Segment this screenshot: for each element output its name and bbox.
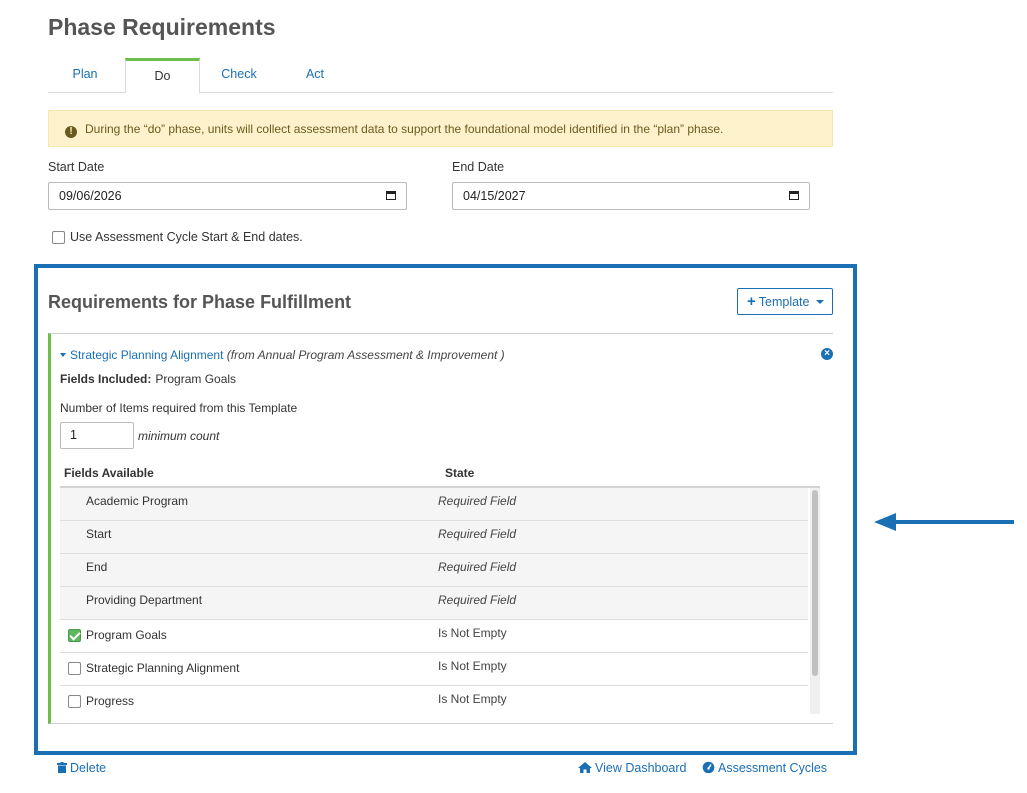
warning-icon: !	[65, 126, 77, 138]
fields-included-value: Program Goals	[155, 372, 237, 386]
table-row: End Required Field	[60, 554, 808, 587]
template-name[interactable]: Strategic Planning Alignment	[70, 348, 223, 362]
col-header-state: State	[445, 466, 475, 480]
gauge-icon	[702, 761, 715, 773]
field-name: Academic Program	[86, 494, 189, 508]
calendar-icon[interactable]	[789, 191, 799, 200]
table-row: Providing Department Required Field	[60, 587, 808, 620]
phase-tabs: Plan Do Check Act	[48, 58, 833, 94]
calendar-icon[interactable]	[386, 191, 396, 200]
page-title: Phase Requirements	[48, 14, 276, 40]
template-source: (from Annual Program Assessment & Improv…	[226, 348, 505, 362]
field-state: Required Field	[438, 593, 517, 607]
table-row: Academic Program Required Field	[60, 488, 808, 521]
use-cycle-dates-checkbox[interactable]	[52, 231, 65, 244]
field-name: Program Goals	[86, 628, 167, 642]
fields-included-label: Fields Included:	[60, 372, 152, 386]
tab-do[interactable]: Do	[125, 58, 200, 94]
template-header[interactable]: Strategic Planning Alignment (from Annua…	[60, 348, 505, 362]
requirements-title: Requirements for Phase Fulfillment	[48, 292, 352, 312]
end-date-value: 04/15/2027	[463, 189, 526, 203]
assessment-cycles-label: Assessment Cycles	[718, 761, 828, 775]
template-button-label: Template	[758, 295, 810, 309]
plus-icon: +	[747, 293, 756, 310]
add-template-button[interactable]: + Template	[737, 288, 833, 315]
minimum-count-input[interactable]: 1	[60, 422, 134, 449]
end-date-label: End Date	[452, 160, 505, 174]
field-state: Is Not Empty	[438, 659, 507, 673]
field-name: End	[86, 560, 108, 574]
table-row: Strategic Planning Alignment Is Not Empt…	[60, 653, 808, 686]
chevron-down-icon	[815, 300, 824, 304]
field-state: Is Not Empty	[438, 692, 507, 706]
field-name: Progress	[86, 694, 135, 708]
table-scrollbar[interactable]	[810, 488, 820, 714]
collapse-caret-icon[interactable]	[60, 353, 66, 357]
use-cycle-dates-label: Use Assessment Cycle Start & End dates.	[70, 230, 303, 244]
minimum-count-label: minimum count	[138, 429, 220, 443]
start-date-label: Start Date	[48, 160, 105, 174]
table-row: Progress Is Not Empty	[60, 686, 808, 714]
end-date-input[interactable]: 04/15/2027	[452, 182, 810, 210]
field-state: Is Not Empty	[438, 626, 507, 640]
home-icon	[578, 762, 592, 773]
view-dashboard-link[interactable]: View Dashboard	[578, 761, 687, 775]
field-state: Required Field	[438, 560, 517, 574]
fields-included: Fields Included: Program Goals	[60, 372, 236, 386]
tab-plan[interactable]: Plan	[54, 58, 116, 93]
trash-icon	[57, 762, 67, 773]
field-state: Required Field	[438, 527, 517, 541]
assessment-cycles-link[interactable]: Assessment Cycles	[702, 761, 827, 775]
num-items-label: Number of Items required from this Templ…	[60, 401, 298, 415]
field-name: Start	[86, 527, 112, 541]
fields-table: Academic Program Required Field Start Re…	[60, 486, 820, 714]
field-state: Required Field	[438, 494, 517, 508]
tab-check[interactable]: Check	[208, 58, 270, 93]
program-goals-checkbox[interactable]	[68, 629, 81, 642]
col-header-fields: Fields Available	[64, 466, 154, 480]
field-name: Providing Department	[86, 593, 203, 607]
arrow-left-icon	[874, 513, 1014, 531]
strategic-planning-alignment-checkbox[interactable]	[68, 662, 81, 675]
field-name: Strategic Planning Alignment	[86, 661, 240, 675]
alert-text: During the “do” phase, units will collec…	[85, 122, 724, 136]
remove-template-icon[interactable]: ×	[821, 348, 833, 360]
delete-label: Delete	[70, 761, 107, 775]
scrollbar-thumb[interactable]	[812, 490, 818, 676]
tab-act[interactable]: Act	[284, 58, 346, 93]
delete-link[interactable]: Delete	[57, 761, 106, 775]
table-row: Start Required Field	[60, 521, 808, 554]
progress-checkbox[interactable]	[68, 695, 81, 708]
view-dashboard-label: View Dashboard	[595, 761, 687, 775]
start-date-input[interactable]: 09/06/2026	[48, 182, 407, 210]
table-row: Program Goals Is Not Empty	[60, 620, 808, 653]
phase-alert: ! During the “do” phase, units will colle…	[48, 110, 833, 147]
start-date-value: 09/06/2026	[59, 189, 122, 203]
